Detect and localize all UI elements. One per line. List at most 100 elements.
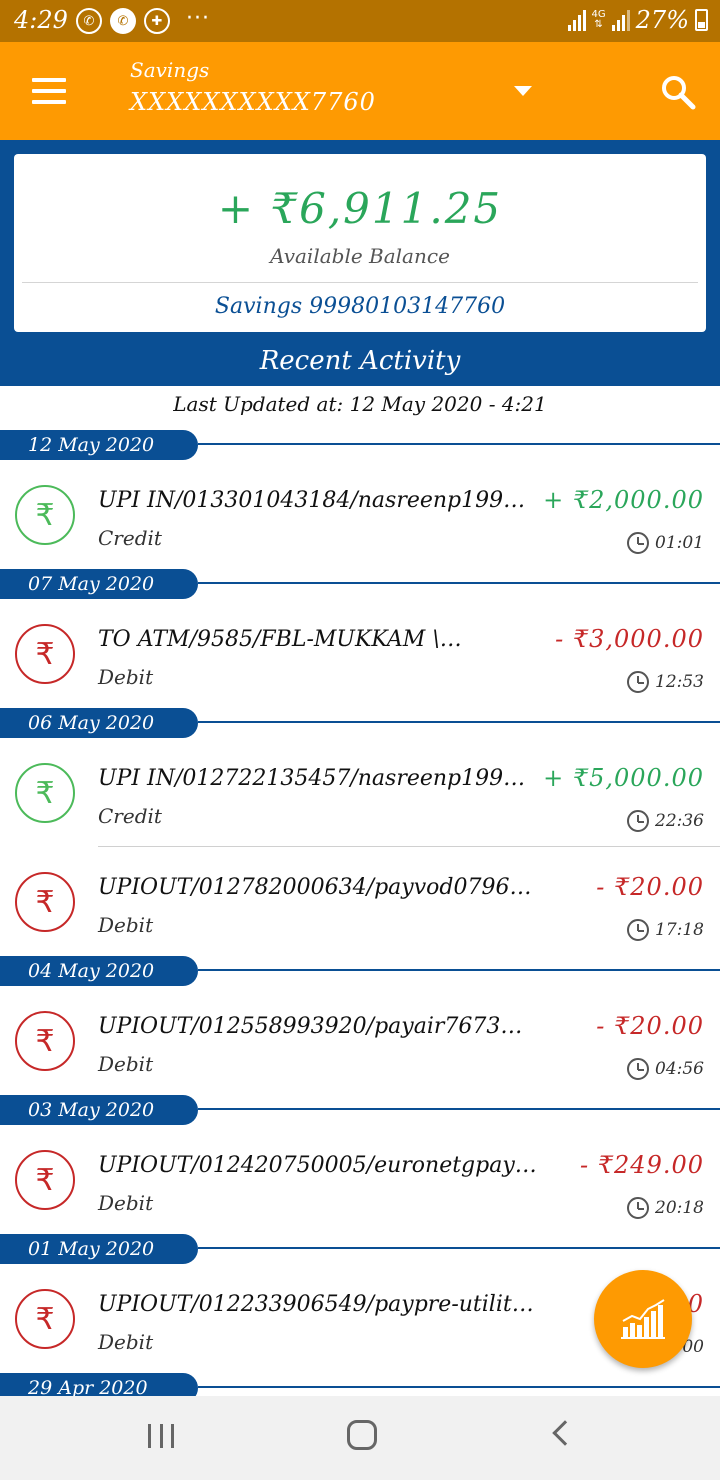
date-header: 01 May 2020 bbox=[0, 1234, 720, 1264]
clock-icon bbox=[627, 532, 649, 554]
time-value: 04:56 bbox=[655, 1059, 704, 1079]
date-label: 07 May 2020 bbox=[0, 569, 198, 599]
date-divider bbox=[198, 1247, 720, 1249]
battery-percent: 27% bbox=[635, 6, 689, 34]
clock-icon bbox=[627, 1058, 649, 1080]
time-value: 17:18 bbox=[655, 920, 704, 940]
rupee-icon: ₹ bbox=[15, 872, 75, 932]
transaction-row[interactable]: ₹ UPI IN/013301043184/nasreenp1993… Credit… bbox=[0, 460, 720, 569]
account-number: Savings 99980103147760 bbox=[214, 294, 506, 319]
rupee-icon: ₹ bbox=[15, 1011, 75, 1071]
whatsapp-icon: ✆ bbox=[76, 8, 102, 34]
balance-card: + ₹6,911.25 Available Balance Savings 99… bbox=[14, 154, 706, 332]
transaction-time: 20:18 bbox=[627, 1197, 704, 1219]
account-type: Savings bbox=[130, 58, 210, 82]
transaction-list: 12 May 2020 ₹ UPI IN/013301043184/nasreenp… bbox=[0, 430, 720, 1403]
analytics-fab[interactable] bbox=[594, 1270, 692, 1368]
last-updated: Last Updated at: 12 May 2020 - 4:21 bbox=[173, 392, 547, 416]
date-divider bbox=[198, 1108, 720, 1110]
transaction-amount: + ₹2,000.00 bbox=[543, 486, 704, 514]
search-icon[interactable] bbox=[660, 74, 696, 110]
date-divider bbox=[198, 582, 720, 584]
network-type: 4G ⇅ bbox=[591, 9, 606, 30]
signal-icon-2 bbox=[611, 9, 630, 31]
time-value: 12:53 bbox=[655, 672, 704, 692]
time-value: 22:36 bbox=[655, 811, 704, 831]
home-button[interactable] bbox=[347, 1420, 377, 1450]
app-notification-icon: ✚ bbox=[144, 8, 170, 34]
transaction-amount: - ₹3,000.00 bbox=[555, 625, 704, 653]
app-bar: Savings XXXXXXXXXX7760 bbox=[0, 42, 720, 140]
transaction-description: UPIOUT/012420750005/euronetgpay@i… bbox=[98, 1153, 538, 1178]
account-selector[interactable]: XXXXXXXXXX7760 bbox=[130, 88, 376, 116]
transaction-row[interactable]: ₹ UPIOUT/012420750005/euronetgpay@i… Debit… bbox=[0, 1125, 720, 1234]
time-value: 20:18 bbox=[655, 1198, 704, 1218]
rupee-icon: ₹ bbox=[15, 1150, 75, 1210]
date-header: 03 May 2020 bbox=[0, 1095, 720, 1125]
notification-icons: ✆ ✆ ✚ ··· bbox=[76, 6, 210, 34]
transaction-amount: - ₹249.00 bbox=[580, 1151, 704, 1179]
transaction-row[interactable]: ₹ UPIOUT/012558993920/payair7673@pa… Debit… bbox=[0, 986, 720, 1095]
transaction-description: UPIOUT/012558993920/payair7673@pa… bbox=[98, 1014, 538, 1039]
transaction-type: Debit bbox=[98, 1191, 154, 1215]
transaction-type: Credit bbox=[98, 526, 162, 550]
available-balance-amount: + ₹6,911.25 bbox=[217, 184, 503, 233]
system-nav-bar bbox=[0, 1396, 720, 1480]
date-label: 03 May 2020 bbox=[0, 1095, 198, 1125]
date-label: 04 May 2020 bbox=[0, 956, 198, 986]
date-divider bbox=[198, 1386, 720, 1388]
date-header: 12 May 2020 bbox=[0, 430, 720, 460]
available-balance-label: Available Balance bbox=[270, 244, 450, 268]
transaction-type: Debit bbox=[98, 1330, 154, 1354]
clock-icon bbox=[627, 919, 649, 941]
transaction-type: Debit bbox=[98, 913, 154, 937]
system-status: 4G ⇅ 27% bbox=[567, 6, 708, 34]
menu-icon[interactable] bbox=[32, 78, 66, 104]
recent-apps-button[interactable] bbox=[148, 1424, 174, 1448]
phone-icon: ✆ bbox=[110, 8, 136, 34]
dropdown-caret-icon[interactable] bbox=[514, 86, 532, 96]
transaction-time: 04:56 bbox=[627, 1058, 704, 1080]
transaction-row[interactable]: ₹ UPIOUT/012782000634/payvod0796@pa… Debit… bbox=[0, 847, 720, 956]
date-header: 07 May 2020 bbox=[0, 569, 720, 599]
chart-icon bbox=[621, 1299, 665, 1339]
clock-icon bbox=[627, 1197, 649, 1219]
transaction-time: 12:53 bbox=[627, 671, 704, 693]
rupee-icon: ₹ bbox=[15, 1289, 75, 1349]
transaction-type: Debit bbox=[98, 665, 154, 689]
transaction-type: Debit bbox=[98, 1052, 154, 1076]
transaction-time: 22:36 bbox=[627, 810, 704, 832]
transaction-row[interactable]: ₹ UPI IN/012722135457/nasreenp1993… Credit… bbox=[0, 738, 720, 847]
transaction-row[interactable]: ₹ TO ATM/9585/FBL-MUKKAM \… Debit - ₹3,000.… bbox=[0, 599, 720, 708]
back-button[interactable] bbox=[552, 1420, 578, 1446]
status-bar: 4:29 ✆ ✆ ✚ ··· 4G ⇅ 27% bbox=[0, 0, 720, 42]
balance-section: + ₹6,911.25 Available Balance Savings 99… bbox=[0, 140, 720, 386]
date-label: 06 May 2020 bbox=[0, 708, 198, 738]
date-divider bbox=[198, 721, 720, 723]
transaction-description: UPI IN/012722135457/nasreenp1993… bbox=[98, 766, 538, 791]
transaction-description: UPI IN/013301043184/nasreenp1993… bbox=[98, 488, 538, 513]
rupee-icon: ₹ bbox=[15, 763, 75, 823]
battery-icon bbox=[695, 9, 708, 31]
date-header: 06 May 2020 bbox=[0, 708, 720, 738]
date-divider bbox=[198, 443, 720, 445]
time-value: 01:01 bbox=[655, 533, 704, 553]
recent-activity-title: Recent Activity bbox=[259, 346, 461, 376]
date-label: 01 May 2020 bbox=[0, 1234, 198, 1264]
clock-icon bbox=[627, 671, 649, 693]
status-time: 4:29 bbox=[14, 6, 68, 34]
date-header: 04 May 2020 bbox=[0, 956, 720, 986]
clock-icon bbox=[627, 810, 649, 832]
transaction-description: UPIOUT/012233906549/paypre-utility… bbox=[98, 1292, 538, 1317]
transaction-time: 01:01 bbox=[627, 532, 704, 554]
transaction-amount: - ₹20.00 bbox=[596, 1012, 704, 1040]
card-divider bbox=[22, 282, 698, 283]
transaction-description: TO ATM/9585/FBL-MUKKAM \… bbox=[98, 627, 462, 652]
transaction-type: Credit bbox=[98, 804, 162, 828]
date-divider bbox=[198, 969, 720, 971]
date-label: 12 May 2020 bbox=[0, 430, 198, 460]
transaction-time: 17:18 bbox=[627, 919, 704, 941]
signal-icon bbox=[567, 9, 586, 31]
transaction-amount: + ₹5,000.00 bbox=[543, 764, 704, 792]
transaction-description: UPIOUT/012782000634/payvod0796@pa… bbox=[98, 875, 538, 900]
